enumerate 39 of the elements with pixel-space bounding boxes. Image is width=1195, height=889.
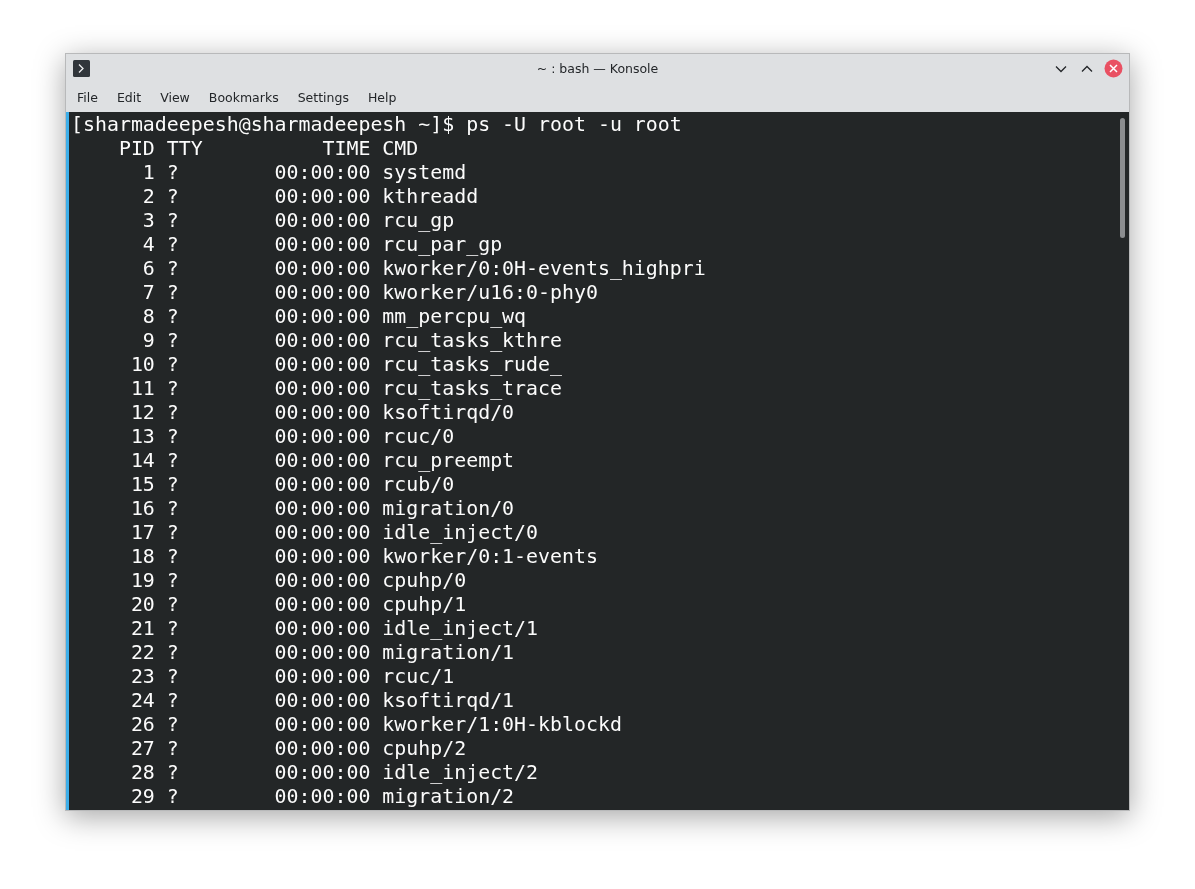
terminal-line: 14 ? 00:00:00 rcu_preempt [129,449,515,473]
terminal-line: PID TTY TIME CMD [117,137,419,161]
terminal-line: 20 ? 00:00:00 cpuhp/1 [129,593,467,617]
terminal-line: 24 ? 00:00:00 ksoftirqd/1 [129,689,515,713]
menu-item[interactable]: Settings [289,87,357,108]
close-button[interactable] [1103,58,1123,79]
menu-item[interactable]: Help [359,87,405,108]
terminal-line: 8 ? 00:00:00 mm_percpu_wq [141,305,527,329]
terminal-line: 7 ? 00:00:00 kworker/u16:0-phy0 [141,281,598,305]
terminal-line: [sharmadeepesh@sharmadeepesh ~]$ ps -U root -u root [71,113,682,137]
terminal-app-icon [73,60,90,77]
terminal-line: 12 ? 00:00:00 ksoftirqd/0 [129,401,515,425]
terminal-line: 9 ? 00:00:00 rcu_tasks_kthre [141,329,562,353]
terminal-line: 16 ? 00:00:00 migration/0 [129,497,515,521]
terminal-line: 19 ? 00:00:00 cpuhp/0 [129,569,467,593]
terminal-line: 10 ? 00:00:00 rcu_tasks_rude_ [129,353,562,377]
menu-item[interactable]: View [152,87,198,108]
terminal-line: 29 ? 00:00:00 migration/2 [129,785,515,809]
terminal-line: 1 ? 00:00:00 systemd [141,161,467,185]
terminal-line: 18 ? 00:00:00 kworker/0:1-events [129,545,598,569]
terminal-line: 15 ? 00:00:00 rcub/0 [129,473,455,497]
terminal-line: 3 ? 00:00:00 rcu_gp [141,209,455,233]
menu-item[interactable]: File [69,87,106,108]
close-icon [1103,59,1123,78]
terminal-line: 21 ? 00:00:00 idle_inject/1 [129,617,539,641]
terminal-line: 26 ? 00:00:00 kworker/1:0H-kblockd [129,713,622,737]
terminal-line: 4 ? 00:00:00 rcu_par_gp [141,233,503,257]
terminal-line: 22 ? 00:00:00 migration/1 [129,641,515,665]
terminal-line: 23 ? 00:00:00 rcuc/1 [129,665,455,689]
menu-item[interactable]: Bookmarks [200,87,287,108]
menu-item[interactable]: Edit [108,87,150,108]
window-title: ~ : bash — Konsole [536,61,659,76]
terminal-line: 28 ? 00:00:00 idle_inject/2 [129,761,539,785]
terminal-line: 11 ? 00:00:00 rcu_tasks_trace [129,377,562,401]
terminal-line: 17 ? 00:00:00 idle_inject/0 [129,521,539,545]
terminal-line: 2 ? 00:00:00 kthreadd [141,185,479,209]
terminal-line: 13 ? 00:00:00 rcuc/0 [129,425,455,449]
terminal-line: 6 ? 00:00:00 kworker/0:0H-events_highpri [141,257,706,281]
terminal-line: 27 ? 00:00:00 cpuhp/2 [129,737,467,761]
